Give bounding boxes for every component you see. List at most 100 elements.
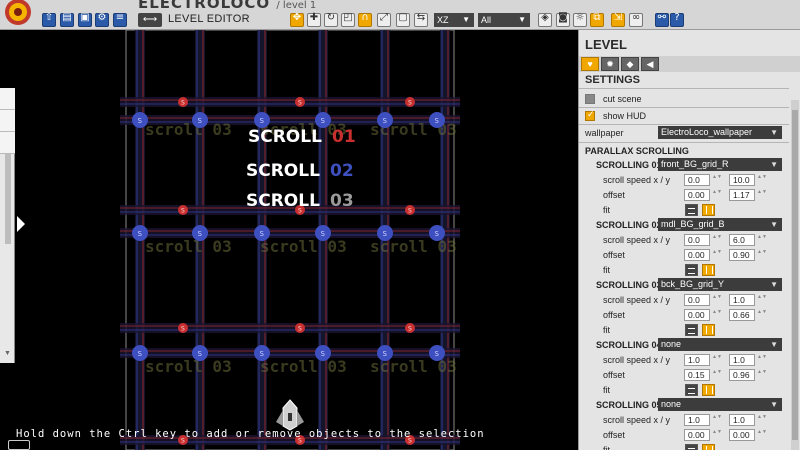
frame-button[interactable]: ▢ (396, 12, 410, 27)
stepper-icon[interactable]: ▲▼ (757, 414, 767, 426)
offset-x-input[interactable]: 0.15 (684, 369, 710, 381)
stepper-icon[interactable]: ▲▼ (712, 174, 722, 186)
left-panel-row[interactable] (0, 88, 15, 110)
scroll-speed-y-input[interactable]: 1.0 (729, 414, 755, 426)
panel-scrollbar[interactable] (791, 100, 799, 450)
offset-y-input[interactable]: 0.90 (729, 249, 755, 261)
stepper-icon[interactable]: ▲▼ (712, 369, 722, 381)
fit-vertical-button[interactable] (702, 204, 715, 216)
scene-viewport[interactable]: scroll 03 scroll 03 scroll 03 scroll 03 scro… (0, 29, 578, 450)
fit-horizontal-button[interactable] (685, 384, 698, 396)
stepper-icon[interactable]: ▲▼ (757, 354, 767, 366)
fit-horizontal-button[interactable] (685, 204, 698, 216)
stepper-icon[interactable]: ▲▼ (712, 249, 722, 261)
preview-button[interactable]: ⧉ (590, 12, 604, 27)
stepper-icon[interactable]: ▲▼ (757, 369, 767, 381)
offset-y-input[interactable]: 0.66 (729, 309, 755, 321)
scene-canvas[interactable]: scroll 03 scroll 03 scroll 03 scroll 03 scro… (0, 29, 578, 450)
layers-button[interactable]: ◈ (538, 12, 552, 27)
fit-vertical-button[interactable] (702, 444, 715, 450)
offset-y-input[interactable]: 0.96 (729, 369, 755, 381)
scroll-speed-y-input[interactable]: 6.0 (729, 234, 755, 246)
left-panel-row[interactable] (0, 132, 15, 154)
offset-x-input[interactable]: 0.00 (684, 189, 710, 201)
mode-switch-button[interactable]: ⟷ (138, 13, 162, 27)
stepper-icon[interactable]: ▲▼ (757, 429, 767, 441)
stepper-icon[interactable]: ▲▼ (712, 189, 722, 201)
offset-x-input[interactable]: 0.00 (684, 309, 710, 321)
scrolling-select[interactable]: bck_BG_grid_Y ▼ (658, 278, 782, 291)
stepper-icon[interactable]: ▲▼ (712, 309, 722, 321)
offset-x-input[interactable]: 0.00 (684, 249, 710, 261)
node-marker-label: S (181, 100, 185, 107)
screenshot-button[interactable]: ◙ (556, 12, 570, 27)
stepper-icon[interactable]: ▲▼ (712, 354, 722, 366)
help-button[interactable]: ? (670, 12, 684, 27)
link-button[interactable]: ∞ (629, 12, 643, 27)
stepper-icon[interactable]: ▲▼ (757, 189, 767, 201)
scale-tool-button[interactable]: ◰ (341, 12, 355, 27)
settings-button[interactable]: ⚙ (95, 12, 109, 27)
offset-y-input[interactable]: 1.17 (729, 189, 755, 201)
stepper-icon[interactable]: ▲▼ (712, 234, 722, 246)
player-ship[interactable] (276, 399, 304, 431)
hierarchy-button[interactable]: ≡ (113, 12, 127, 27)
stepper-icon[interactable]: ▲▼ (712, 429, 722, 441)
scroll-speed-x-input[interactable]: 0.0 (684, 234, 710, 246)
fit-vertical-button[interactable] (702, 264, 715, 276)
offset-y-input[interactable]: 0.00 (729, 429, 755, 441)
cut-scene-checkbox[interactable] (585, 94, 595, 104)
show-hud-checkbox[interactable] (585, 109, 595, 121)
fit-vertical-button[interactable] (702, 384, 715, 396)
stepper-icon[interactable]: ▲▼ (757, 294, 767, 306)
scroll-speed-y-input[interactable]: 10.0 (729, 174, 755, 186)
stepper-icon[interactable]: ▲▼ (757, 249, 767, 261)
scroll-speed-x-input[interactable]: 1.0 (684, 354, 710, 366)
fit-horizontal-button[interactable] (685, 324, 698, 336)
scroll-speed-x-input[interactable]: 1.0 (684, 414, 710, 426)
wallpaper-select[interactable]: ElectroLoco_wallpaper ▼ (658, 126, 782, 139)
light-button[interactable]: ☼ (573, 12, 587, 27)
panel-scrollbar-thumb[interactable] (792, 110, 798, 440)
fit-label: fit (603, 325, 611, 335)
stepper-icon[interactable]: ▲▼ (712, 294, 722, 306)
export-button[interactable]: ⇲ (611, 12, 625, 27)
select-tool-button[interactable]: ✥ (290, 12, 304, 27)
scrolling-select[interactable]: front_BG_grid_R ▼ (658, 158, 782, 171)
camera-icon[interactable] (8, 440, 30, 450)
scroll-speed-y-input[interactable]: 1.0 (729, 354, 755, 366)
expand-panel-icon[interactable] (17, 216, 25, 232)
move-tool-button[interactable]: ✚ (307, 12, 321, 27)
axis-select[interactable]: XZ ▼ (434, 13, 474, 27)
stepper-icon[interactable]: ▲▼ (757, 174, 767, 186)
stepper-icon[interactable]: ▲▼ (712, 414, 722, 426)
tab-sun[interactable]: ✹ (601, 57, 619, 71)
save-button[interactable]: ▣ (78, 12, 92, 27)
scroll-down-icon[interactable]: ▼ (4, 350, 11, 357)
tab-heart[interactable]: ♥ (581, 57, 599, 71)
filter-select[interactable]: All ▼ (478, 13, 530, 27)
stepper-icon[interactable]: ▲▼ (757, 309, 767, 321)
left-panel-scrollbar[interactable] (5, 154, 11, 244)
fit-horizontal-button[interactable] (685, 444, 698, 450)
rotate-tool-button[interactable]: ↻ (324, 12, 338, 27)
flip-button[interactable]: ⇆ (414, 12, 428, 27)
fit-vertical-button[interactable] (702, 324, 715, 336)
scroll-speed-y-input[interactable]: 1.0 (729, 294, 755, 306)
link-blue-button[interactable]: ⚯ (655, 12, 669, 27)
snap-button[interactable]: ∩ (358, 12, 372, 27)
save-as-button[interactable]: ▤ (60, 12, 74, 27)
tab-sound[interactable]: ◀ (641, 57, 659, 71)
scrolling-select[interactable]: mdl_BG_grid_B ▼ (658, 218, 782, 231)
scrolling-select[interactable]: none ▼ (658, 338, 782, 351)
upload-button[interactable]: ⇧ (42, 12, 56, 27)
left-panel-row[interactable] (0, 110, 15, 132)
scroll-speed-x-input[interactable]: 0.0 (684, 294, 710, 306)
fit-horizontal-button[interactable] (685, 264, 698, 276)
scrolling-select[interactable]: none ▼ (658, 398, 782, 411)
scale-box-button[interactable]: ⤢ (377, 12, 391, 27)
tab-gem[interactable]: ◆ (621, 57, 639, 71)
stepper-icon[interactable]: ▲▼ (757, 234, 767, 246)
offset-x-input[interactable]: 0.00 (684, 429, 710, 441)
scroll-speed-x-input[interactable]: 0.0 (684, 174, 710, 186)
